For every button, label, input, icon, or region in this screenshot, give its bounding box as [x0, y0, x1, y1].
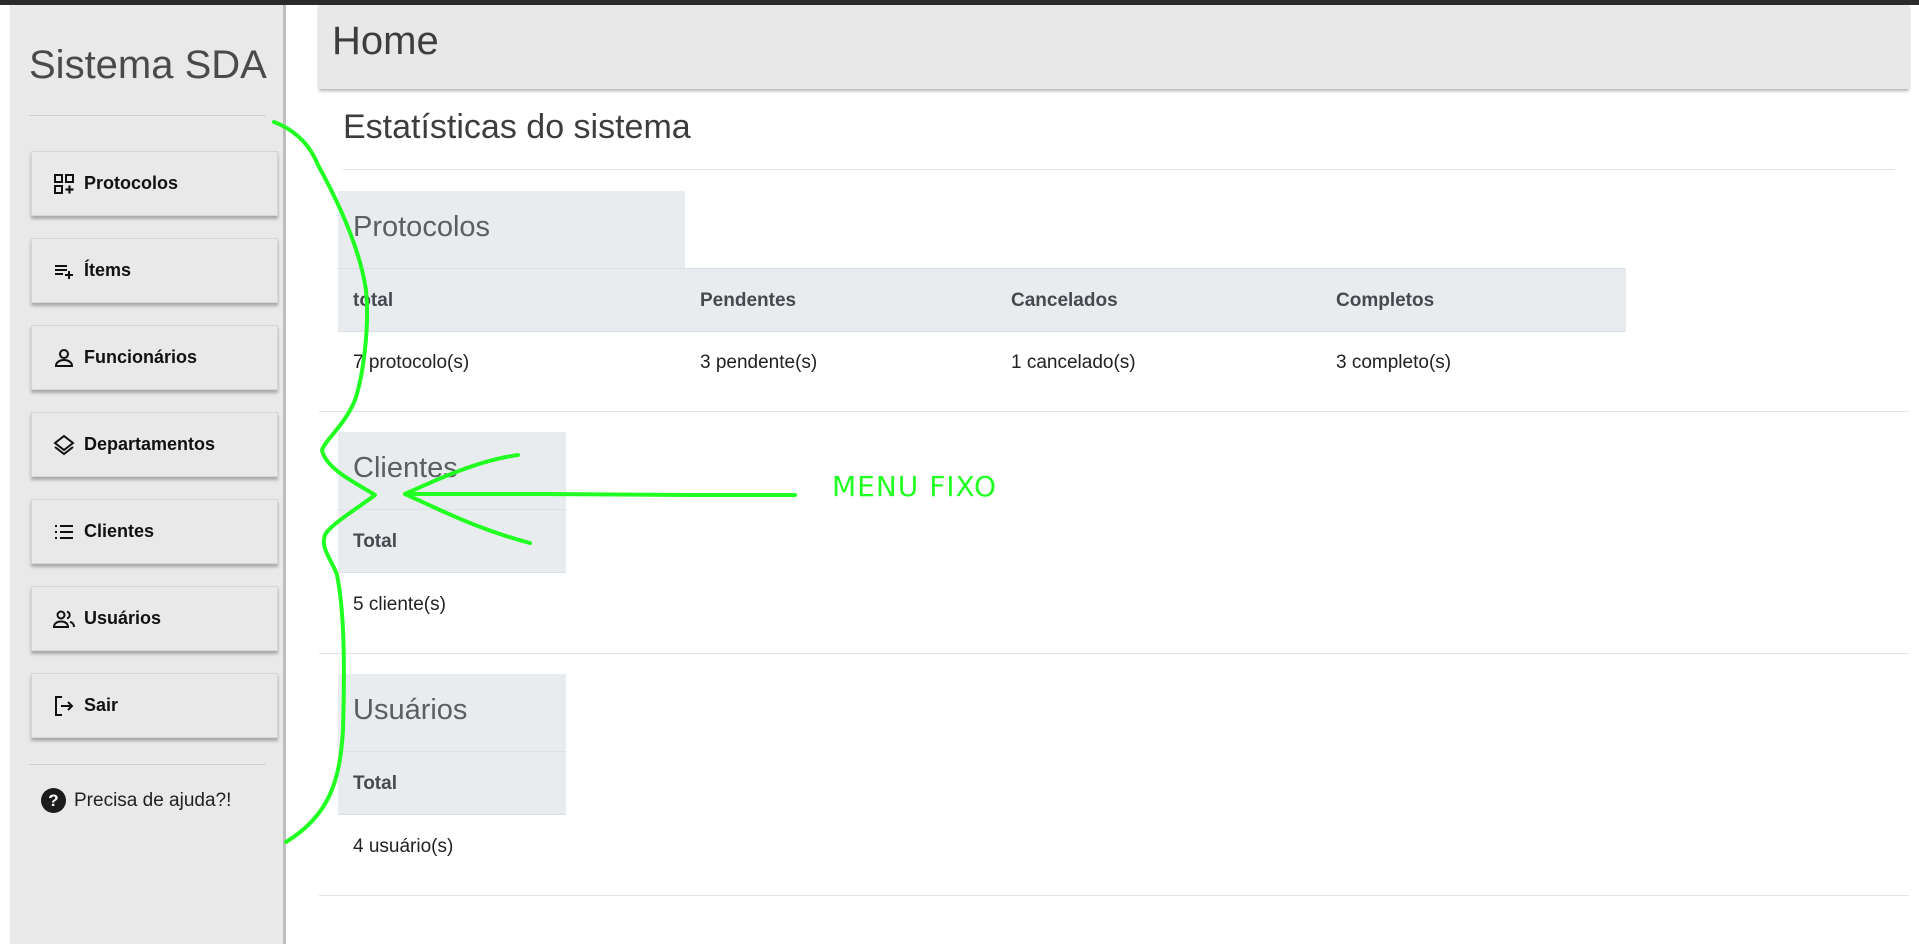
table-cell: 7 protocolo(s): [353, 352, 470, 373]
usuarios-table-header: Total: [338, 751, 566, 815]
sidebar-item-label: Ítems: [84, 260, 132, 280]
help-circle-icon: ?: [41, 788, 66, 813]
table-cell: 4 usuário(s): [353, 836, 454, 857]
column-header: Total: [353, 773, 397, 794]
column-header: Pendentes: [700, 290, 797, 311]
column-header: Cancelados: [1011, 290, 1118, 311]
left-edge: [0, 5, 10, 944]
sidebar: Sistema SDA Protocolos Ítems Funcionário…: [10, 5, 286, 944]
sidebar-item-label: Funcionários: [84, 347, 198, 367]
usuarios-card-header: Usuários: [338, 674, 566, 752]
sidebar-item-sair[interactable]: Sair: [31, 673, 278, 738]
sidebar-item-funcionarios[interactable]: Funcionários: [31, 325, 278, 390]
person-icon: [52, 346, 76, 370]
sidebar-item-label: Usuários: [84, 608, 162, 628]
page-header: Home: [319, 5, 1909, 89]
protocolos-table-header: total Pendentes Cancelados Completos: [338, 268, 1626, 332]
section-title: Estatísticas do sistema: [343, 108, 691, 146]
card-divider: [319, 653, 1909, 654]
clientes-title: Clientes: [353, 452, 458, 484]
section-divider: [343, 169, 1895, 170]
sidebar-item-clientes[interactable]: Clientes: [31, 499, 278, 564]
sidebar-item-departamentos[interactable]: Departamentos: [31, 412, 278, 477]
clientes-table-header: Total: [338, 509, 566, 573]
people-icon: [52, 607, 76, 631]
help-link[interactable]: ? Precisa de ajuda?!: [41, 788, 231, 813]
sidebar-item-label: Clientes: [84, 521, 155, 541]
sidebar-divider: [29, 764, 266, 765]
sidebar-item-label: Sair: [84, 695, 119, 715]
layers-icon: [52, 433, 76, 457]
logout-icon: [52, 694, 76, 718]
table-cell: 1 cancelado(s): [1011, 352, 1136, 373]
sidebar-item-usuarios[interactable]: Usuários: [31, 586, 278, 651]
brand-title: Sistema SDA: [29, 43, 267, 87]
card-divider: [319, 411, 1909, 412]
sidebar-item-label: Protocolos: [84, 173, 179, 193]
column-header: total: [353, 290, 394, 311]
card-divider: [319, 895, 1909, 896]
help-label: Precisa de ajuda?!: [74, 789, 232, 811]
playlist-add-icon: [52, 259, 76, 283]
column-header: Completos: [1336, 290, 1435, 311]
list-icon: [52, 520, 76, 544]
sidebar-item-items[interactable]: Ítems: [31, 238, 278, 303]
column-header: Total: [353, 531, 397, 552]
table-cell: 3 pendente(s): [700, 352, 818, 373]
table-cell: 3 completo(s): [1336, 352, 1452, 373]
protocolos-title: Protocolos: [353, 211, 491, 243]
brand-divider: [29, 115, 266, 116]
sidebar-item-protocolos[interactable]: Protocolos: [31, 151, 278, 216]
annotation-label: MENU FIXO: [832, 470, 997, 503]
clientes-card-header: Clientes: [338, 432, 566, 510]
sidebar-item-label: Departamentos: [84, 434, 216, 454]
dashboard-add-icon: [52, 172, 76, 196]
usuarios-title: Usuários: [353, 694, 468, 726]
table-cell: 5 cliente(s): [353, 594, 446, 615]
page-title: Home: [332, 19, 439, 63]
protocolos-card-header: Protocolos: [338, 191, 685, 269]
